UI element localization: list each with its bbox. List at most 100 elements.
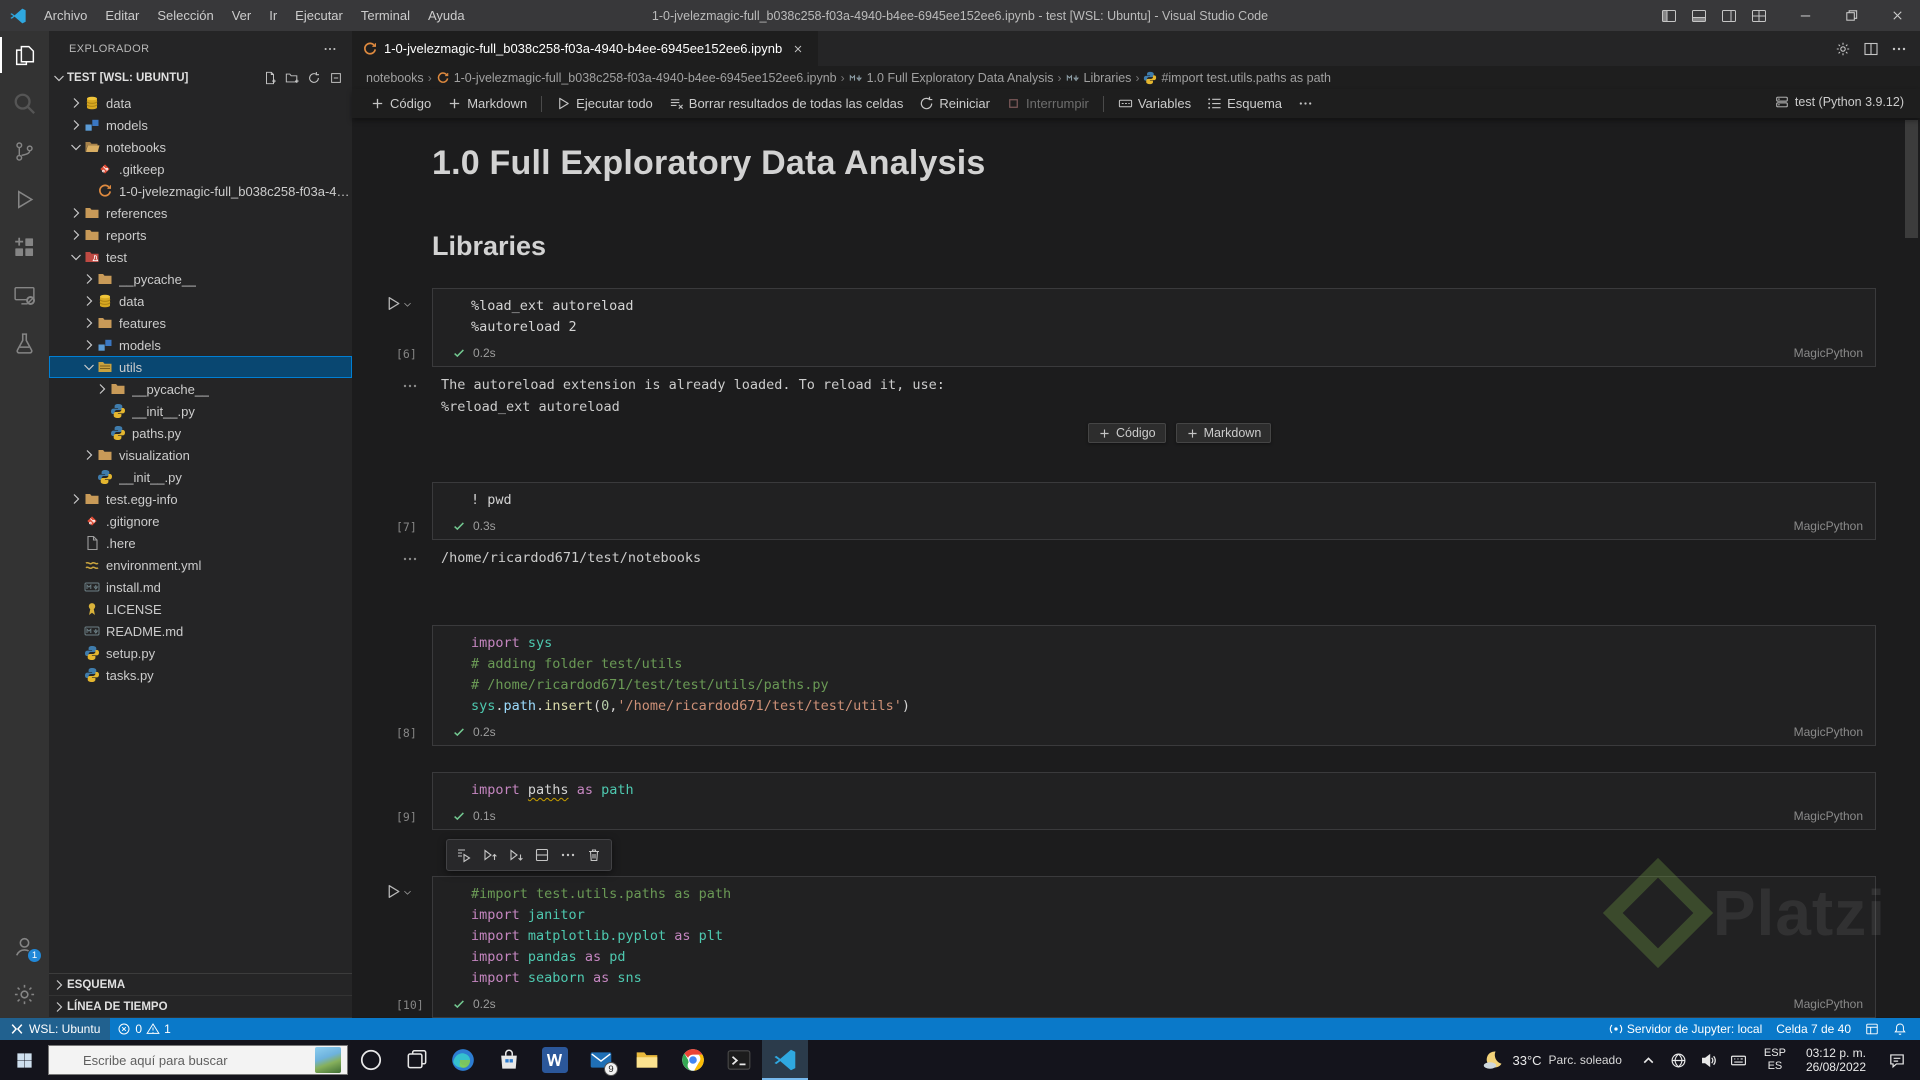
toolbar-more-actions[interactable] [1290, 93, 1321, 114]
more-icon[interactable] [557, 844, 579, 866]
tray-volume[interactable] [1694, 1040, 1724, 1080]
explorer-section-header[interactable]: TEST [WSL: UBUNTU] [49, 66, 352, 90]
tree-item-pycache[interactable]: __pycache__ [49, 268, 352, 290]
tree-item-pycache[interactable]: __pycache__ [49, 378, 352, 400]
taskbar-app-cortana[interactable] [348, 1040, 394, 1080]
taskbar-app-store[interactable] [486, 1040, 532, 1080]
activity-accounts[interactable]: 1 [0, 922, 49, 970]
cell-language-picker[interactable]: MagicPython [1794, 346, 1863, 360]
cell-language-picker[interactable]: MagicPython [1794, 725, 1863, 739]
taskbar-app-chrome[interactable] [670, 1040, 716, 1080]
tree-item-environment-yml[interactable]: environment.yml [49, 554, 352, 576]
tree-item-test[interactable]: test [49, 246, 352, 268]
search-highlights-icon[interactable] [315, 1047, 341, 1073]
taskbar-app-terminal[interactable] [716, 1040, 762, 1080]
activity-explorer[interactable] [0, 31, 49, 79]
insert-markdown-button[interactable]: Markdown [1175, 423, 1272, 443]
toolbar-c-digo[interactable]: Código [362, 93, 439, 114]
activity-source-control[interactable] [0, 127, 49, 175]
cell-code-area[interactable]: %load_ext autoreload %autoreload 2 [433, 289, 1875, 340]
cell-editor[interactable]: import paths as path 0.1s MagicPython [432, 772, 1876, 830]
toggle-panel-icon[interactable] [1686, 3, 1712, 29]
menu-item-ayuda[interactable]: Ayuda [419, 0, 474, 31]
cell-language-picker[interactable]: MagicPython [1794, 809, 1863, 823]
activity-extensions[interactable] [0, 223, 49, 271]
cell-editor[interactable]: import sys # adding folder test/utils # /h… [432, 625, 1876, 746]
taskbar-app-task-view[interactable] [394, 1040, 440, 1080]
breadcrumb-item[interactable]: Libraries [1066, 71, 1131, 85]
tray-network[interactable] [1664, 1040, 1694, 1080]
delete-cell-icon[interactable] [583, 844, 605, 866]
cell-editor[interactable]: #import test.utils.paths as path import j… [432, 876, 1876, 1018]
menu-item-ver[interactable]: Ver [223, 0, 261, 31]
tree-item-tasks-py[interactable]: tasks.py [49, 664, 352, 686]
tree-item-data[interactable]: data [49, 92, 352, 114]
minimize-button[interactable] [1782, 0, 1828, 31]
menu-item-editar[interactable]: Editar [96, 0, 148, 31]
tree-item-gitkeep[interactable]: .gitkeep [49, 158, 352, 180]
menu-item-ejecutar[interactable]: Ejecutar [286, 0, 352, 31]
tree-item-utils[interactable]: utils [49, 356, 352, 378]
weather-widget[interactable]: 33°C Parc. soleado [1471, 1040, 1631, 1080]
breadcrumb-item[interactable]: #import test.utils.paths as path [1143, 71, 1331, 85]
cell-code-area[interactable]: import paths as path [433, 773, 1875, 803]
output-collapse-icon[interactable] [402, 551, 418, 567]
output-collapse-icon[interactable] [402, 378, 418, 394]
taskbar-app-edge[interactable] [440, 1040, 486, 1080]
run-cell-button[interactable] [385, 295, 413, 312]
remote-indicator[interactable]: WSL: Ubuntu [0, 1018, 111, 1040]
sidebar-section-esquema[interactable]: ESQUEMA [49, 974, 352, 996]
tree-item-here[interactable]: .here [49, 532, 352, 554]
customize-layout-icon[interactable] [1746, 3, 1772, 29]
restore-button[interactable] [1828, 0, 1874, 31]
tree-item-install-md[interactable]: install.md [49, 576, 352, 598]
status-servidor-de-jupyter-local[interactable]: Servidor de Jupyter: local [1602, 1018, 1769, 1040]
cell-editor[interactable]: %load_ext autoreload %autoreload 2 0.2s Mag… [432, 288, 1876, 367]
run-cell-button[interactable] [385, 883, 413, 900]
toggle-sidebar-icon[interactable] [1656, 3, 1682, 29]
toolbar-ejecutar-todo[interactable]: Ejecutar todo [548, 93, 661, 114]
cell-code-area[interactable]: import sys # adding folder test/utils # /h… [433, 626, 1875, 719]
clock[interactable]: 03:12 p. m. 26/08/2022 [1796, 1046, 1876, 1074]
tree-item-gitignore[interactable]: .gitignore [49, 510, 352, 532]
refresh-icon[interactable] [304, 68, 324, 88]
toolbar-variables[interactable]: Variables [1110, 93, 1199, 114]
tree-item-readme-md[interactable]: README.md [49, 620, 352, 642]
cell-language-picker[interactable]: MagicPython [1794, 519, 1863, 533]
toolbar-reiniciar[interactable]: Reiniciar [911, 93, 998, 114]
tray-hidden-icons[interactable] [1634, 1040, 1664, 1080]
more-actions-icon[interactable] [320, 39, 340, 59]
start-button[interactable] [0, 1040, 48, 1080]
breadcrumb-item[interactable]: 1-0-jvelezmagic-full_b038c258-f03a-4940-… [436, 71, 837, 85]
toolbar-esquema[interactable]: Esquema [1199, 93, 1290, 114]
menu-item-terminal[interactable]: Terminal [352, 0, 419, 31]
new-folder-icon[interactable] [282, 68, 302, 88]
sidebar-section-l-nea-de-tiempo[interactable]: LÍNEA DE TIEMPO [49, 996, 352, 1018]
tree-item-models[interactable]: models [49, 114, 352, 136]
activity-settings[interactable] [0, 970, 49, 1018]
breadcrumb-item[interactable]: 1.0 Full Exploratory Data Analysis [849, 71, 1054, 85]
search-input[interactable]: Escribe aquí para buscar [48, 1045, 348, 1075]
tree-item-paths-py[interactable]: paths.py [49, 422, 352, 444]
tree-item-data[interactable]: data [49, 290, 352, 312]
tab-notebook[interactable]: 1-0-jvelezmagic-full_b038c258-f03a-4940-… [352, 31, 820, 66]
menu-item-archivo[interactable]: Archivo [35, 0, 96, 31]
tree-item-test-egg-info[interactable]: test.egg-info [49, 488, 352, 510]
breadcrumb-item[interactable]: notebooks [366, 71, 424, 85]
close-button[interactable] [1874, 0, 1920, 31]
activity-remote-explorer[interactable] [0, 271, 49, 319]
cell-code-area[interactable]: #import test.utils.paths as path import j… [433, 877, 1875, 991]
toolbar-markdown[interactable]: Markdown [439, 93, 535, 114]
kernel-picker[interactable]: test (Python 3.9.12) [1769, 92, 1910, 112]
tree-item-license[interactable]: LICENSE [49, 598, 352, 620]
notification-center-icon[interactable] [1878, 1040, 1916, 1080]
tree-item-init-py[interactable]: __init__.py [49, 466, 352, 488]
cell-language-picker[interactable]: MagicPython [1794, 997, 1863, 1011]
execute-above-icon[interactable] [479, 844, 501, 866]
menu-item-seleccin[interactable]: Selección [148, 0, 222, 31]
tree-item-visualization[interactable]: visualization [49, 444, 352, 466]
insert-cdigo-button[interactable]: Código [1088, 423, 1166, 443]
execute-below-icon[interactable] [505, 844, 527, 866]
status-bell[interactable] [1886, 1018, 1914, 1040]
taskbar-app-mail[interactable]: 9 [578, 1040, 624, 1080]
